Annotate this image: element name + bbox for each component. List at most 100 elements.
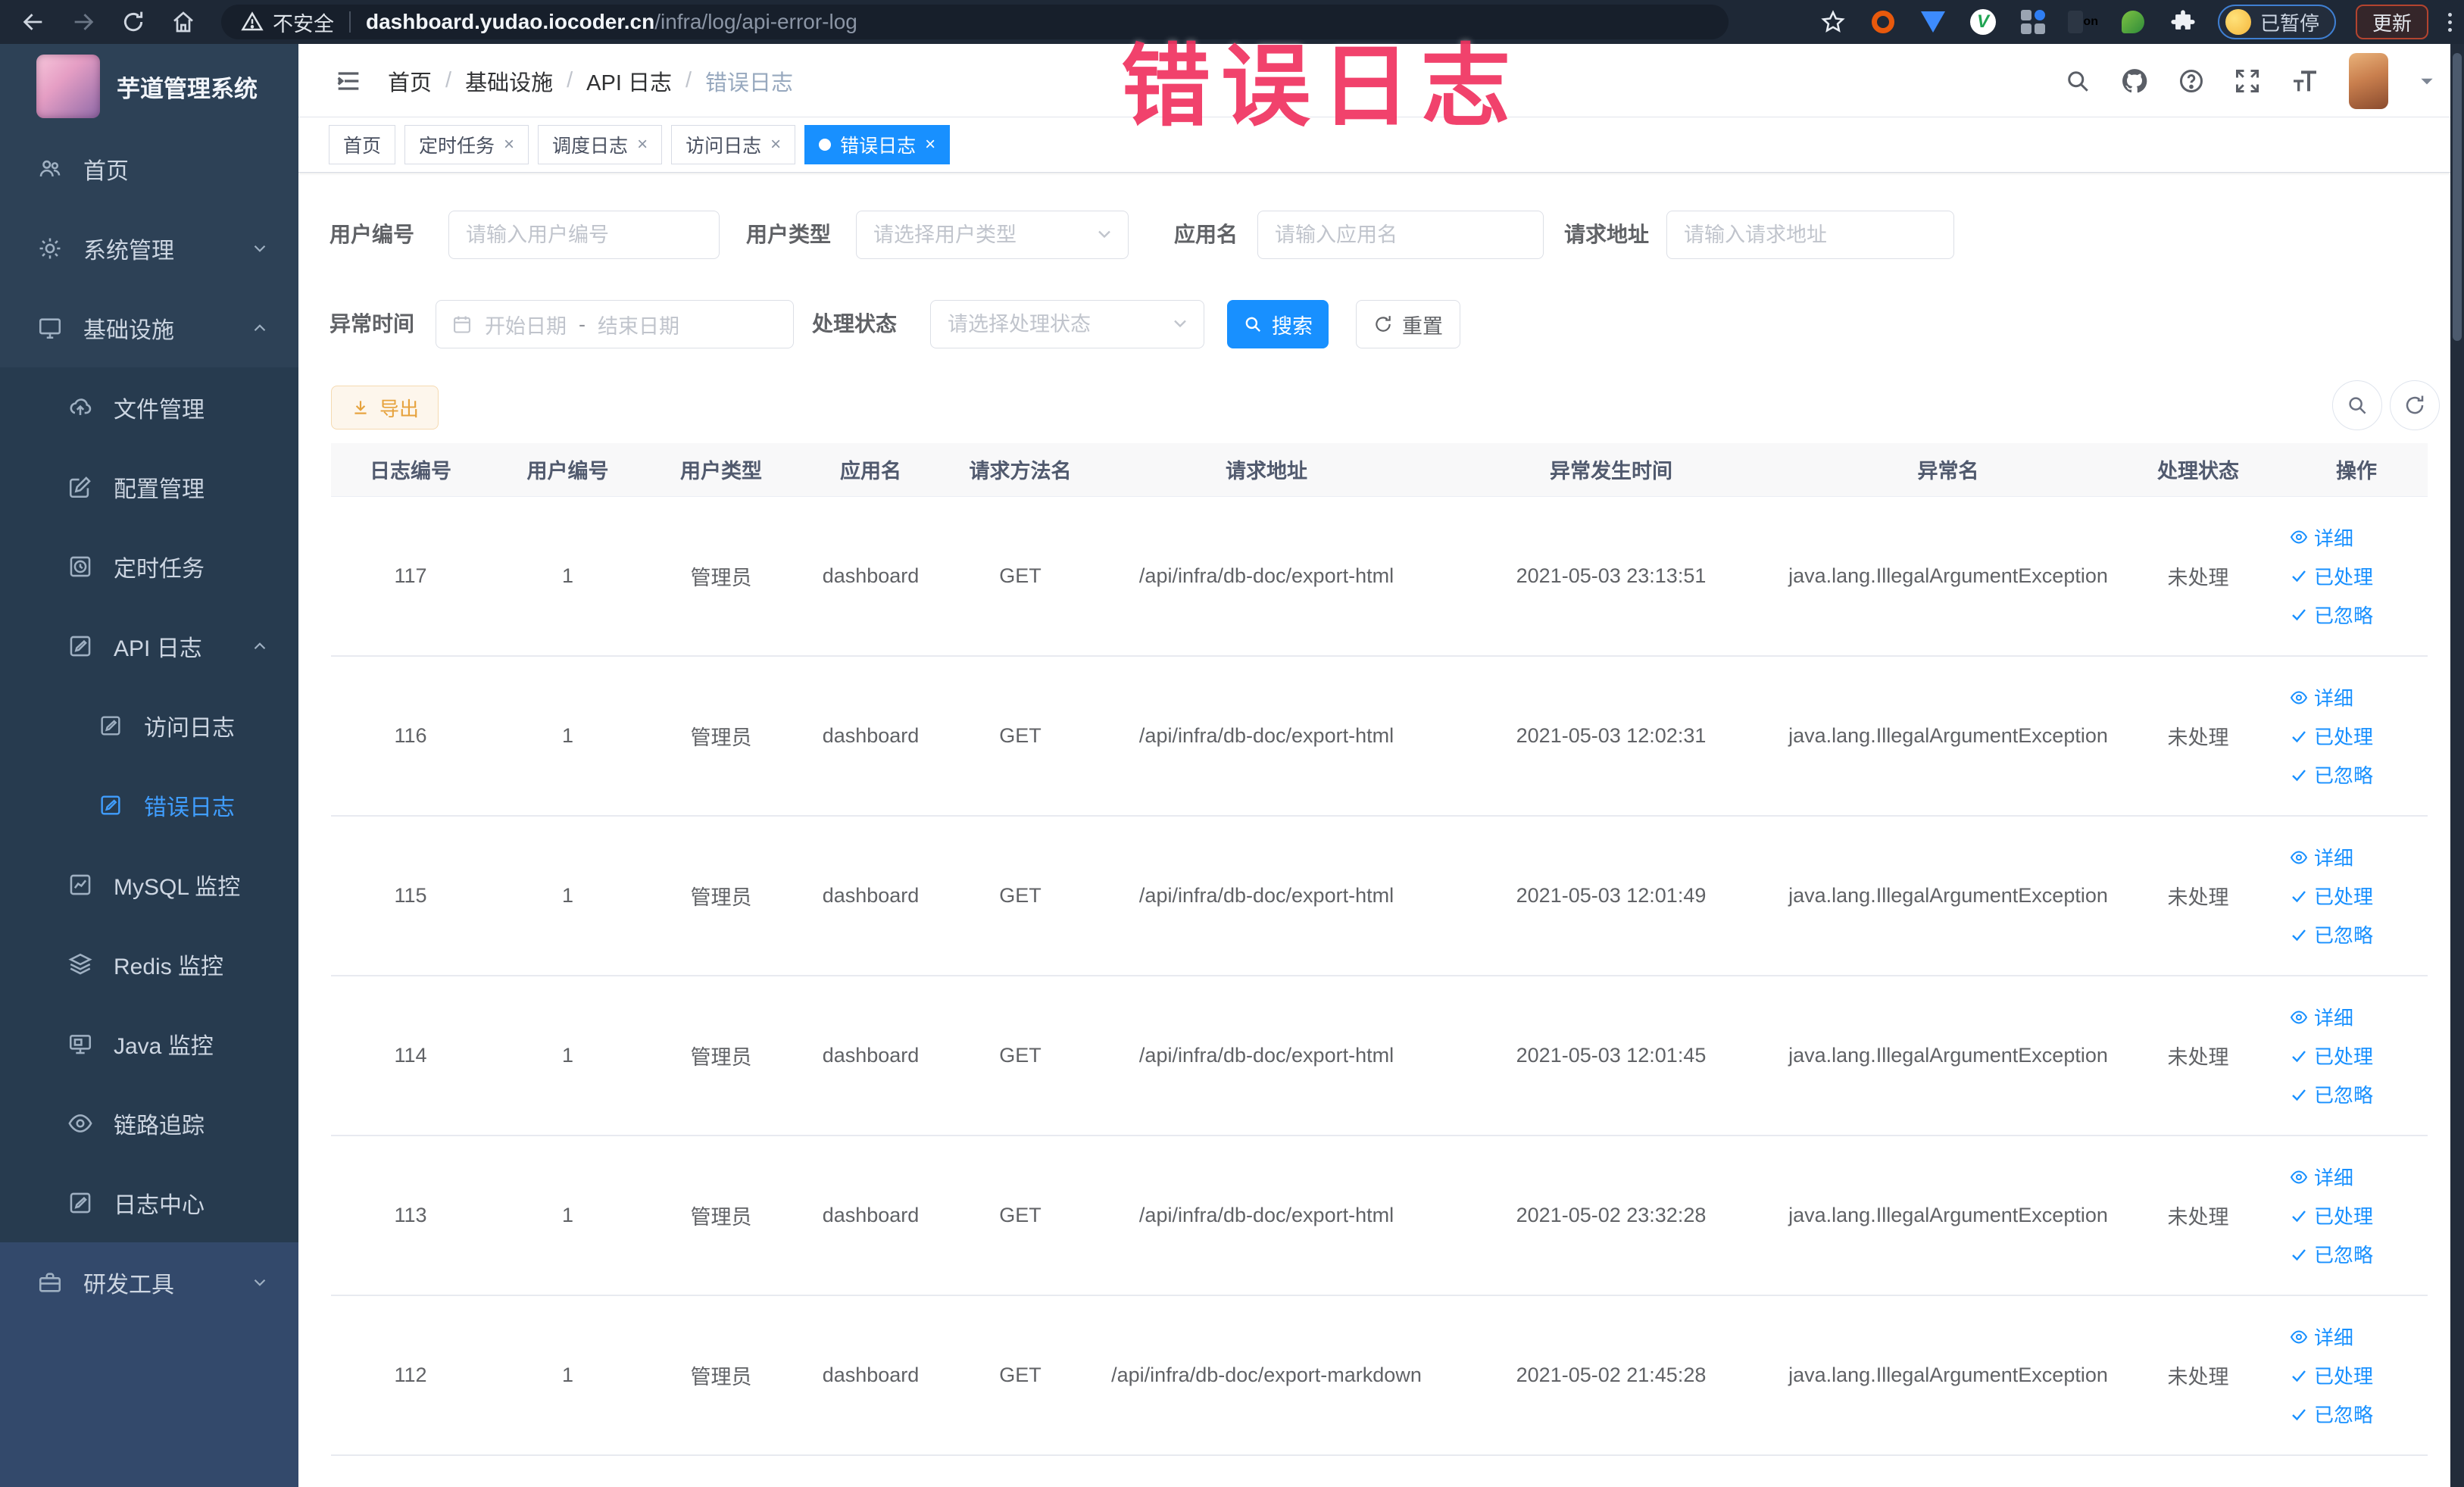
sidebar-item-dev-tools[interactable]: 研发工具 bbox=[0, 1242, 298, 1322]
caret-down-icon[interactable] bbox=[2417, 71, 2437, 91]
mark-processed-link[interactable]: 已处理 bbox=[2290, 882, 2373, 910]
sidebar-item-infra[interactable]: 基础设施 bbox=[0, 288, 298, 367]
sidebar-item-label: 研发工具 bbox=[83, 1272, 174, 1298]
bookmark-star-icon[interactable] bbox=[1818, 7, 1848, 37]
browser-reload-icon[interactable] bbox=[117, 5, 150, 39]
sidebar-collapse-icon[interactable] bbox=[333, 66, 364, 96]
detail-link[interactable]: 详细 bbox=[2290, 683, 2353, 711]
sidebar-item-file-manage[interactable]: 文件管理 bbox=[0, 367, 298, 447]
mark-processed-link[interactable]: 已处理 bbox=[2290, 562, 2373, 590]
detail-link[interactable]: 详细 bbox=[2290, 843, 2353, 871]
user-type-select-input[interactable] bbox=[856, 211, 1129, 259]
avatar[interactable] bbox=[2349, 52, 2388, 109]
mark-ignored-link[interactable]: 已忽略 bbox=[2290, 920, 2373, 948]
mark-ignored-link[interactable]: 已忽略 bbox=[2290, 601, 2373, 629]
sidebar-item-api-log[interactable]: API 日志 bbox=[0, 606, 298, 686]
detail-link[interactable]: 详细 bbox=[2290, 1003, 2353, 1031]
extension-shield-icon[interactable] bbox=[1918, 7, 1948, 37]
help-icon[interactable] bbox=[2178, 67, 2205, 95]
sidebar-item-label: 基础设施 bbox=[83, 317, 174, 343]
reset-button[interactable]: 重置 bbox=[1356, 300, 1460, 348]
process-status-select-input[interactable] bbox=[930, 300, 1204, 348]
sidebar-item-mysql-monitor[interactable]: MySQL 监控 bbox=[0, 845, 298, 924]
fullscreen-icon[interactable] bbox=[2234, 67, 2261, 95]
mark-ignored-link[interactable]: 已忽略 bbox=[2290, 1400, 2373, 1428]
sidebar-item-error-log[interactable]: 错误日志 bbox=[0, 765, 298, 845]
exception-time-range-picker[interactable]: 开始日期 - 结束日期 bbox=[436, 300, 794, 348]
calendar-icon bbox=[451, 314, 473, 335]
close-icon[interactable]: × bbox=[504, 134, 514, 155]
mark-processed-link[interactable]: 已处理 bbox=[2290, 1361, 2373, 1389]
refresh-icon bbox=[1373, 314, 1393, 334]
sidebar-logo[interactable]: 芋道管理系统 bbox=[0, 44, 298, 129]
cell-exception: java.lang.IllegalArgumentException bbox=[1785, 656, 2111, 817]
process-status-select[interactable] bbox=[930, 300, 1204, 348]
date-start-placeholder[interactable]: 开始日期 bbox=[485, 310, 567, 339]
export-button[interactable]: 导出 bbox=[331, 386, 439, 430]
mark-ignored-link[interactable]: 已忽略 bbox=[2290, 761, 2373, 789]
page-url[interactable]: dashboard.yudao.iocoder.cn/infra/log/api… bbox=[366, 10, 857, 34]
extension-orange-icon[interactable] bbox=[1868, 7, 1898, 37]
extension-on-icon[interactable]: on bbox=[2067, 7, 2098, 37]
page-scrollbar[interactable] bbox=[2450, 44, 2464, 1487]
sidebar-item-home[interactable]: 首页 bbox=[0, 129, 298, 208]
browser-back-icon[interactable] bbox=[17, 5, 50, 39]
close-icon[interactable]: × bbox=[925, 134, 935, 155]
search-icon[interactable] bbox=[2064, 67, 2091, 95]
sidebar-item-system[interactable]: 系统管理 bbox=[0, 208, 298, 288]
detail-link[interactable]: 详细 bbox=[2290, 1163, 2353, 1191]
font-size-icon[interactable] bbox=[2290, 66, 2320, 96]
breadcrumb: 首页 / 基础设施 / API 日志 / 错误日志 bbox=[388, 44, 793, 117]
toggle-search-button[interactable] bbox=[2332, 380, 2382, 430]
paused-badge[interactable]: 已暂停 bbox=[2217, 5, 2336, 39]
user-id-input[interactable] bbox=[448, 211, 720, 259]
mark-ignored-link[interactable]: 已忽略 bbox=[2290, 1080, 2373, 1108]
detail-link[interactable]: 详细 bbox=[2290, 523, 2353, 551]
browser-menu-icon[interactable] bbox=[2448, 12, 2452, 32]
error-log-table: 日志编号 用户编号 用户类型 应用名 请求方法名 请求地址 异常发生时间 异常名… bbox=[331, 443, 2428, 1456]
sidebar-item-config-manage[interactable]: 配置管理 bbox=[0, 447, 298, 526]
close-icon[interactable]: × bbox=[770, 134, 781, 155]
tag-job-log[interactable]: 调度日志 × bbox=[538, 125, 663, 164]
update-button[interactable]: 更新 bbox=[2355, 5, 2428, 39]
mark-ignored-link[interactable]: 已忽略 bbox=[2290, 1240, 2373, 1268]
extension-green-check-icon[interactable]: V bbox=[1968, 7, 1998, 37]
cell-url: /api/infra/db-doc/export-html bbox=[1096, 976, 1437, 1136]
sidebar-item-redis-monitor[interactable]: Redis 监控 bbox=[0, 924, 298, 1004]
cell-user-type: 管理员 bbox=[645, 976, 797, 1136]
extension-grid-icon[interactable] bbox=[2018, 7, 2048, 37]
github-icon[interactable] bbox=[2120, 67, 2149, 95]
sidebar-item-java-monitor[interactable]: Java 监控 bbox=[0, 1004, 298, 1083]
refresh-table-button[interactable] bbox=[2390, 380, 2440, 430]
sidebar-item-access-log[interactable]: 访问日志 bbox=[0, 686, 298, 765]
sidebar-item-scheduled-job[interactable]: 定时任务 bbox=[0, 526, 298, 606]
mark-processed-link[interactable]: 已处理 bbox=[2290, 722, 2373, 750]
scrollbar-thumb[interactable] bbox=[2453, 53, 2462, 341]
cell-exception: java.lang.IllegalArgumentException bbox=[1785, 816, 2111, 976]
user-type-select[interactable] bbox=[856, 211, 1129, 259]
breadcrumb-item[interactable]: API 日志 bbox=[586, 65, 672, 97]
request-url-input[interactable] bbox=[1666, 211, 1954, 259]
browser-forward-icon[interactable] bbox=[67, 5, 100, 39]
tag-error-log[interactable]: 错误日志 × bbox=[804, 125, 951, 164]
extension-sprout-icon[interactable] bbox=[2118, 7, 2148, 37]
tag-home[interactable]: 首页 bbox=[329, 125, 396, 164]
sidebar-item-trace[interactable]: 链路追踪 bbox=[0, 1083, 298, 1163]
breadcrumb-item[interactable]: 首页 bbox=[388, 65, 432, 97]
search-button[interactable]: 搜索 bbox=[1227, 300, 1329, 348]
cell-user-type: 管理员 bbox=[645, 1136, 797, 1296]
extensions-puzzle-icon[interactable] bbox=[2168, 7, 2198, 37]
detail-link[interactable]: 详细 bbox=[2290, 1323, 2353, 1351]
tag-access-log[interactable]: 访问日志 × bbox=[671, 125, 796, 164]
browser-home-icon[interactable] bbox=[167, 5, 200, 39]
app-name-input[interactable] bbox=[1257, 211, 1544, 259]
breadcrumb-item[interactable]: 基础设施 bbox=[465, 65, 553, 97]
cell-user-type: 管理员 bbox=[645, 1295, 797, 1456]
security-warning[interactable]: 不安全 bbox=[241, 8, 334, 37]
sidebar-item-log-center[interactable]: 日志中心 bbox=[0, 1163, 298, 1242]
mark-processed-link[interactable]: 已处理 bbox=[2290, 1201, 2373, 1229]
date-end-placeholder[interactable]: 结束日期 bbox=[598, 310, 679, 339]
close-icon[interactable]: × bbox=[637, 134, 648, 155]
mark-processed-link[interactable]: 已处理 bbox=[2290, 1042, 2373, 1070]
tag-scheduled-job[interactable]: 定时任务 × bbox=[404, 125, 529, 164]
